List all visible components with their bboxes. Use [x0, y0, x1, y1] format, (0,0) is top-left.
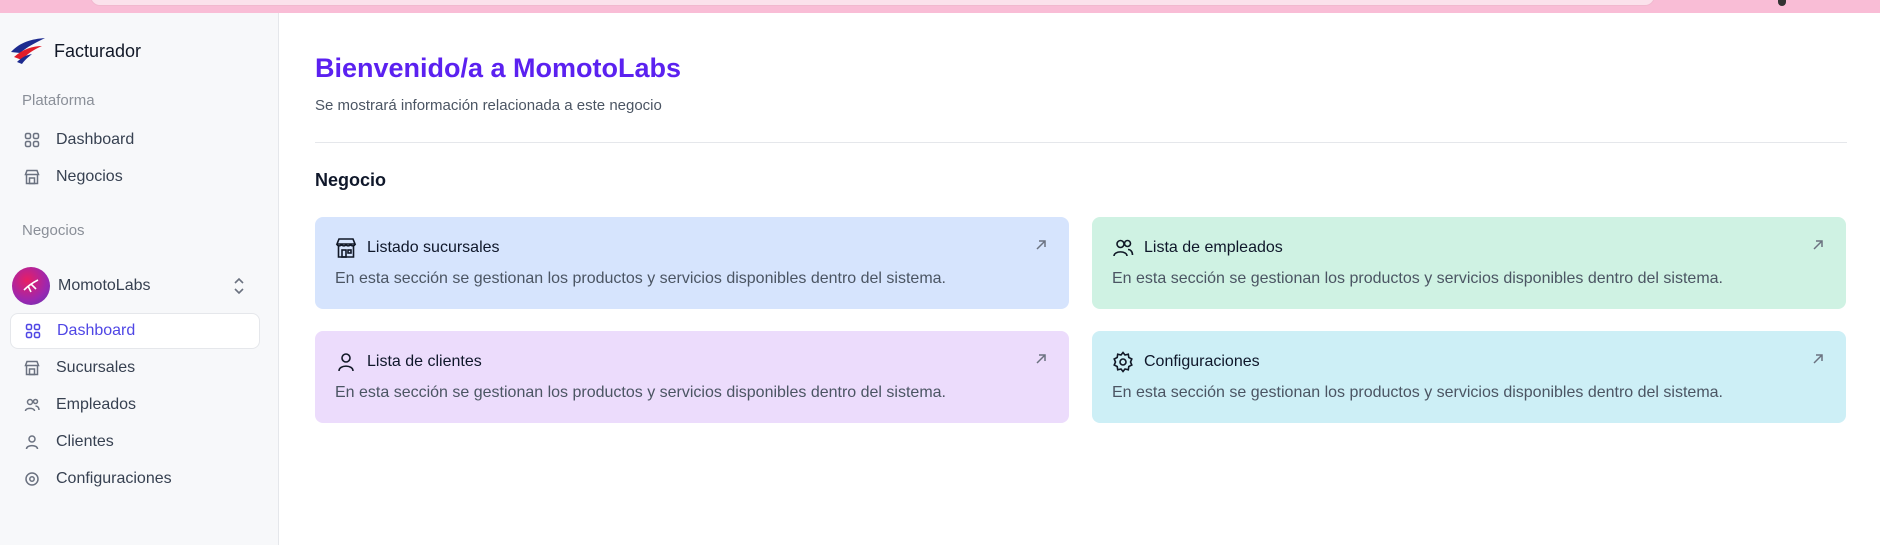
card-title: Lista de empleados — [1144, 239, 1283, 256]
arrow-up-right-icon — [1036, 354, 1046, 364]
business-switcher[interactable]: MomotoLabs — [12, 265, 260, 307]
card-header: Configuraciones — [1112, 351, 1260, 373]
browser-top-bar — [0, 0, 1880, 13]
user-icon — [338, 353, 354, 372]
card-lista-empleados[interactable]: Lista de empleados En esta sección se ge… — [1092, 217, 1846, 309]
sidebar-item-label: Clientes — [56, 433, 114, 450]
card-description: En esta sección se gestionan los product… — [1112, 384, 1723, 401]
card-description: En esta sección se gestionan los product… — [1112, 270, 1723, 287]
card-header: Lista de empleados — [1112, 237, 1283, 259]
sidebar-item-clientes[interactable]: Clientes — [10, 424, 260, 460]
sidebar-item-platform-negocios[interactable]: Negocios — [10, 159, 260, 195]
platform-section-label: Plataforma — [22, 92, 95, 109]
gear-icon — [24, 471, 40, 487]
sidebar-item-empleados[interactable]: Empleados — [10, 387, 260, 423]
store-icon — [335, 238, 357, 258]
sidebar-item-label: Sucursales — [56, 359, 136, 376]
extension-icon[interactable] — [1778, 0, 1786, 6]
sidebar-item-platform-dashboard[interactable]: Dashboard — [10, 122, 260, 158]
card-title: Lista de clientes — [367, 353, 482, 370]
sidebar-item-label: Dashboard — [57, 322, 136, 339]
card-header: Lista de clientes — [335, 351, 482, 373]
arrow-up-right-icon — [1813, 354, 1823, 364]
page-subtitle: Se mostrará información relacionada a es… — [315, 97, 662, 114]
address-bar[interactable] — [90, 0, 1655, 6]
page-title: Bienvenido/a a MomotoLabs — [315, 53, 682, 83]
card-description: En esta sección se gestionan los product… — [335, 384, 946, 401]
sidebar-item-sucursales[interactable]: Sucursales — [10, 350, 260, 386]
sidebar-item-label: Configuraciones — [56, 470, 172, 487]
store-icon — [24, 360, 40, 376]
business-avatar — [12, 267, 50, 305]
card-description: En esta sección se gestionan los product… — [335, 270, 946, 287]
grid-icon — [24, 132, 40, 148]
grid-icon — [25, 323, 41, 339]
sidebar: Facturador Plataforma Dashboard Negocios… — [0, 13, 279, 545]
divider — [315, 142, 1847, 143]
sidebar-item-label: Dashboard — [56, 131, 135, 148]
chevron-up-down-icon — [234, 277, 244, 295]
card-lista-clientes[interactable]: Lista de clientes En esta sección se ges… — [315, 331, 1069, 423]
card-listado-sucursales[interactable]: Listado sucursales En esta sección se ge… — [315, 217, 1069, 309]
app-name: Facturador — [54, 40, 142, 61]
users-icon — [24, 397, 40, 413]
card-title: Configuraciones — [1144, 353, 1260, 370]
sidebar-item-configuraciones[interactable]: Configuraciones — [10, 461, 260, 497]
app-logo-icon — [11, 38, 45, 64]
sidebar-item-label: Empleados — [56, 396, 137, 413]
business-section-label: Negocios — [22, 222, 85, 239]
arrow-up-right-icon — [1813, 240, 1823, 250]
card-configuraciones[interactable]: Configuraciones En esta sección se gesti… — [1092, 331, 1846, 423]
user-icon — [24, 434, 40, 450]
section-title: Negocio — [315, 170, 387, 190]
business-name: MomotoLabs — [58, 277, 151, 294]
card-title: Listado sucursales — [367, 239, 500, 256]
store-icon — [24, 169, 40, 185]
card-header: Listado sucursales — [335, 237, 500, 259]
arrow-up-right-icon — [1036, 240, 1046, 250]
users-icon — [1113, 239, 1134, 257]
sidebar-item-label: Negocios — [56, 168, 123, 185]
brand[interactable]: Facturador — [8, 33, 141, 69]
gear-icon — [1113, 351, 1133, 373]
sidebar-item-dashboard[interactable]: Dashboard — [10, 313, 260, 349]
